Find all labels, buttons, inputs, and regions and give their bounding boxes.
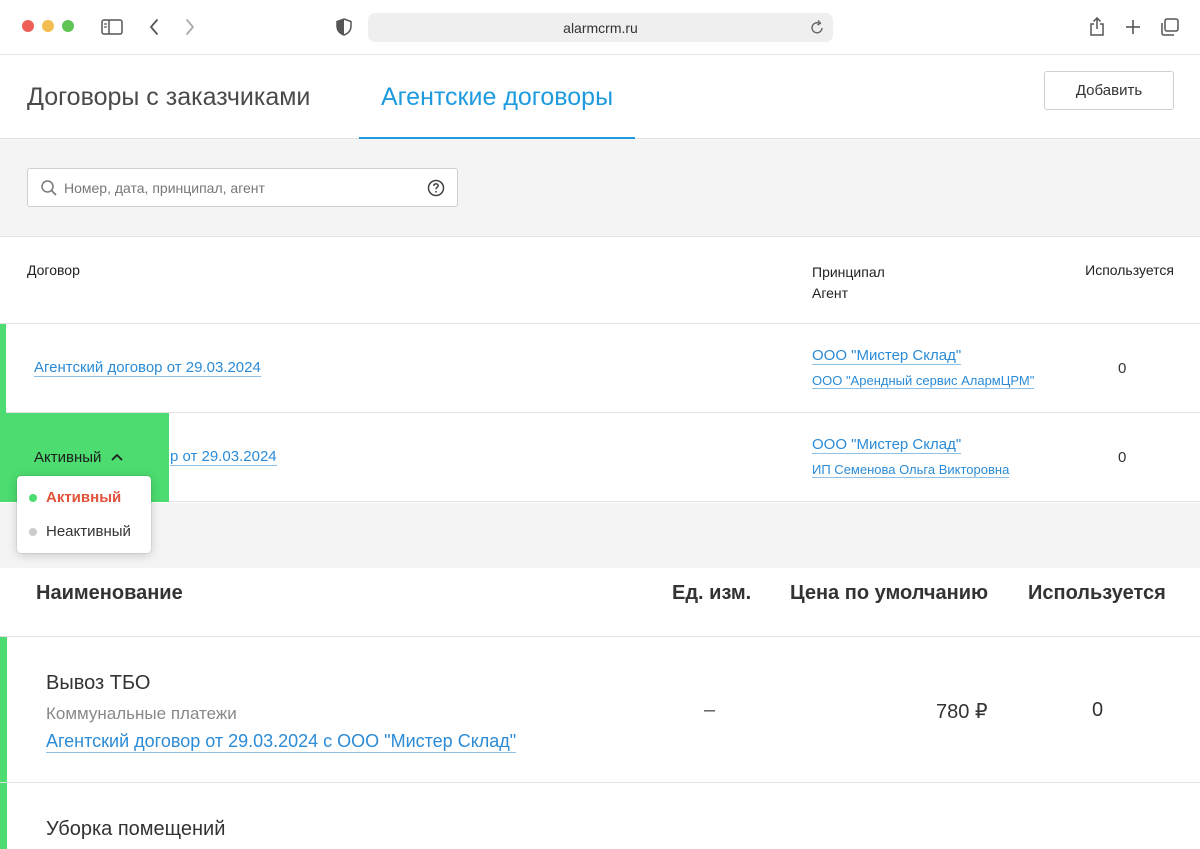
service-title: Уборка помещений	[46, 818, 226, 840]
contracts-table: Договор Принципал Агент Используется Аге…	[0, 237, 1200, 503]
contract-link[interactable]: Агентский договор от 29.03.2024	[34, 359, 261, 377]
chevron-up-icon	[110, 450, 124, 464]
service-price: 780 ₽	[936, 701, 988, 723]
reload-icon[interactable]	[810, 19, 824, 38]
search-icon	[40, 179, 58, 197]
zoom-window-button[interactable]	[62, 20, 74, 32]
services-table: Наименование Ед. изм. Цена по умолчанию …	[0, 568, 1200, 849]
status-current-label: Активный	[34, 449, 102, 466]
add-button[interactable]: Добавить	[1044, 71, 1174, 110]
status-option-label: Активный	[46, 489, 122, 506]
column-header-principal-agent: Принципал Агент	[812, 262, 885, 304]
tab-agent-contracts[interactable]: Агентские договоры	[359, 55, 635, 140]
service-category: Коммунальные платежи	[46, 704, 237, 723]
active-status-stripe	[0, 637, 7, 782]
service-contract-link[interactable]: Агентский договор от 29.03.2024 с ООО "М…	[46, 731, 517, 753]
search-section	[0, 139, 1200, 237]
service-used-count: 0	[1092, 699, 1104, 721]
column-header-used: Используется	[1028, 582, 1166, 604]
status-dot-icon	[29, 493, 37, 502]
tab-customer-contracts[interactable]: Договоры с заказчиками	[27, 55, 310, 139]
window-controls	[22, 20, 74, 32]
url-text: alarmcrm.ru	[563, 19, 638, 36]
close-window-button[interactable]	[22, 20, 34, 32]
table-row[interactable]: Вывоз ТБО Коммунальные платежи Агентский…	[0, 637, 1200, 783]
search-box[interactable]	[27, 168, 458, 207]
used-count: 0	[1118, 449, 1127, 466]
column-header-agent: Агент	[812, 285, 849, 301]
active-status-stripe	[0, 783, 7, 849]
agent-link[interactable]: ООО "Арендный сервис АлармЦРМ"	[812, 373, 1035, 389]
active-status-stripe	[0, 324, 6, 413]
status-option-inactive[interactable]: Неактивный	[29, 523, 131, 540]
tab-overview-icon[interactable]	[1158, 14, 1182, 40]
forward-icon[interactable]	[178, 14, 202, 40]
minimize-window-button[interactable]	[42, 20, 54, 32]
back-icon[interactable]	[142, 14, 166, 40]
address-bar[interactable]: alarmcrm.ru	[368, 13, 833, 42]
status-dropdown-menu: Активный Неактивный	[17, 476, 151, 553]
table-row[interactable]: р от 29.03.2024 ООО "Мистер Склад" ИП Се…	[0, 413, 1200, 502]
column-header-name: Наименование	[36, 582, 183, 604]
table-row[interactable]: Агентский договор от 29.03.2024 ООО "Мис…	[0, 324, 1200, 413]
section-gap	[0, 503, 1200, 568]
contracts-table-header: Договор Принципал Агент Используется	[0, 237, 1200, 324]
services-table-header: Наименование Ед. изм. Цена по умолчанию …	[0, 568, 1200, 637]
search-input[interactable]	[64, 179, 427, 196]
column-header-contract: Договор	[27, 262, 80, 278]
column-header-used: Используется	[1085, 262, 1174, 278]
status-dot-icon	[29, 527, 37, 536]
status-option-active[interactable]: Активный	[29, 489, 121, 506]
sidebar-icon[interactable]	[100, 14, 124, 40]
status-option-label: Неактивный	[46, 523, 131, 540]
help-icon[interactable]	[427, 179, 445, 197]
service-unit: –	[704, 699, 716, 721]
principal-link[interactable]: ООО "Мистер Склад"	[812, 347, 962, 365]
new-tab-icon[interactable]	[1121, 14, 1145, 40]
principal-link[interactable]: ООО "Мистер Склад"	[812, 436, 962, 454]
column-header-unit: Ед. изм.	[672, 582, 752, 604]
service-title: Вывоз ТБО	[46, 672, 151, 694]
table-row[interactable]: Уборка помещений	[0, 783, 1200, 849]
column-header-default-price: Цена по умолчанию	[790, 582, 989, 604]
tab-customer-contracts-label: Договоры с заказчиками	[27, 82, 311, 111]
browser-toolbar: alarmcrm.ru	[0, 0, 1200, 55]
contract-link[interactable]: р от 29.03.2024	[170, 448, 277, 466]
tab-agent-contracts-label: Агентские договоры	[380, 82, 614, 111]
privacy-shield-icon[interactable]	[332, 14, 356, 40]
agent-link[interactable]: ИП Семенова Ольга Викторовна	[812, 462, 1010, 478]
share-icon[interactable]	[1085, 14, 1109, 40]
used-count: 0	[1118, 360, 1127, 377]
column-header-principal: Принципал	[812, 264, 885, 280]
contract-tabs-header: Договоры с заказчиками Агентские договор…	[0, 55, 1200, 140]
